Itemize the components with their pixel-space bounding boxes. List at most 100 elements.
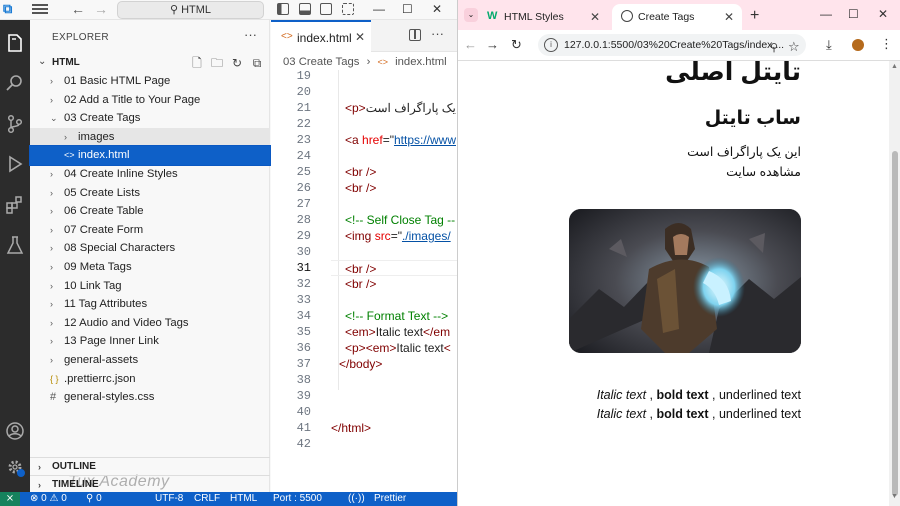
editor-more-icon[interactable]: ··· bbox=[431, 26, 444, 41]
prettier-status[interactable]: Prettier bbox=[374, 492, 406, 506]
chrome-menu-icon[interactable]: ⋮ bbox=[880, 36, 893, 52]
source-control-icon[interactable] bbox=[4, 113, 26, 135]
browser-tab-html-styles[interactable]: W HTML Styles ✕ bbox=[478, 4, 608, 30]
code-token: این یک پاراگراف است bbox=[365, 101, 457, 115]
tree-folder[interactable]: › 02 Add a Title to Your Page bbox=[30, 91, 270, 110]
profile-avatar[interactable] bbox=[852, 39, 864, 51]
close-window-icon[interactable]: ✕ bbox=[432, 1, 442, 17]
language-status[interactable]: HTML bbox=[230, 492, 257, 506]
code-line: <a href="https://www bbox=[331, 132, 457, 148]
code-content[interactable]: <p>این یک پاراگراف است<a href="https://w… bbox=[331, 68, 457, 452]
refresh-icon[interactable]: ↻ bbox=[230, 56, 244, 70]
separator: , bbox=[708, 388, 719, 402]
zoom-icon[interactable]: ⚲ bbox=[770, 37, 778, 56]
close-window-icon[interactable]: ✕ bbox=[878, 7, 888, 21]
minimize-icon[interactable]: — bbox=[373, 1, 385, 17]
encoding-status[interactable]: UTF-8 bbox=[155, 492, 183, 506]
tree-folder[interactable]: › 07 Create Form bbox=[30, 221, 270, 240]
toggle-secondary-sidebar-icon[interactable] bbox=[320, 3, 332, 15]
reload-icon[interactable]: ↻ bbox=[511, 37, 522, 53]
extensions-icon[interactable] bbox=[4, 194, 26, 216]
html-file-icon: <> bbox=[64, 150, 75, 161]
vscode-window: ⧉ ← → ⚲ HTML — ☐ ✕ EXPLORER ··· ⌄ HTML 🗋… bbox=[0, 0, 457, 506]
tree-folder[interactable]: › 13 Page Inner Link bbox=[30, 332, 270, 351]
address-bar[interactable]: i 127.0.0.1:5500/03%20Create%20Tags/inde… bbox=[538, 34, 806, 56]
command-center-search[interactable]: ⚲ HTML bbox=[117, 1, 264, 19]
manage-gear-icon[interactable] bbox=[4, 456, 26, 478]
back-arrow-icon[interactable]: ← bbox=[71, 0, 85, 18]
forward-icon[interactable]: → bbox=[486, 37, 499, 52]
accounts-icon[interactable] bbox=[4, 420, 26, 442]
editor-tab-index-html[interactable]: <> index.html ✕ bbox=[271, 20, 371, 52]
close-tab-icon[interactable]: ✕ bbox=[590, 6, 600, 28]
problems-status[interactable]: ⊗ 0 ⚠ 0 bbox=[30, 492, 67, 506]
collapse-all-icon[interactable]: ⧉ bbox=[250, 56, 264, 70]
tree-folder[interactable]: › images bbox=[30, 127, 270, 147]
broadcast-icon[interactable]: ((·)) bbox=[348, 492, 365, 506]
tree-file[interactable]: { } .prettierrc.json bbox=[30, 370, 270, 389]
tree-folder[interactable]: › 08 Special Characters bbox=[30, 239, 270, 258]
line-number: 19 bbox=[296, 69, 311, 83]
chrome-toolbar: ← → ↻ i 127.0.0.1:5500/03%20Create%20Tag… bbox=[458, 30, 900, 61]
tree-file[interactable]: # general-styles.css bbox=[30, 388, 270, 407]
chevron-right-icon: › bbox=[50, 168, 53, 179]
page-scrollbar[interactable]: ▲ ▼ bbox=[889, 61, 900, 506]
new-folder-icon[interactable]: 🗀 bbox=[210, 56, 224, 70]
breadcrumb-folder[interactable]: 03 Create Tags bbox=[283, 56, 359, 68]
outline-section[interactable]: › OUTLINE bbox=[30, 457, 270, 475]
maximize-icon[interactable]: ☐ bbox=[402, 1, 413, 17]
download-icon[interactable]: ⤓ bbox=[826, 37, 832, 53]
toggle-panel-icon[interactable] bbox=[299, 3, 311, 15]
scroll-down-icon[interactable]: ▼ bbox=[891, 493, 898, 500]
code-line: </body> bbox=[331, 356, 457, 372]
site-link[interactable]: مشاهده سایت bbox=[726, 164, 801, 179]
tree-item-label: 01 Basic HTML Page bbox=[64, 75, 171, 87]
new-file-icon[interactable]: 🗋 bbox=[190, 56, 204, 70]
live-server-port[interactable]: Port : 5500 bbox=[273, 492, 322, 506]
close-tab-icon[interactable]: ✕ bbox=[724, 6, 734, 28]
explorer-more-icon[interactable]: ··· bbox=[244, 27, 257, 42]
line-number: 34 bbox=[296, 309, 311, 323]
breadcrumb-file[interactable]: index.html bbox=[395, 56, 447, 68]
tree-folder[interactable]: › 05 Create Lists bbox=[30, 184, 270, 203]
tree-folder[interactable]: › 11 Tag Attributes bbox=[30, 295, 270, 314]
workspace-root[interactable]: ⌄ HTML 🗋 🗀 ↻ ⧉ bbox=[30, 54, 270, 72]
tab-search-icon[interactable]: ⌄ bbox=[464, 8, 478, 22]
vscode-titlebar: ⧉ ← → ⚲ HTML — ☐ ✕ bbox=[0, 0, 457, 20]
tree-folder[interactable]: › 10 Link Tag bbox=[30, 277, 270, 296]
underlined-text: underlined text bbox=[718, 407, 801, 421]
browser-tab-create-tags[interactable]: Create Tags ✕ bbox=[612, 4, 742, 30]
customize-layout-icon[interactable] bbox=[342, 3, 354, 15]
search-icon[interactable] bbox=[4, 72, 26, 94]
tree-folder[interactable]: › general-assets bbox=[30, 351, 270, 370]
toggle-sidebar-icon[interactable] bbox=[277, 3, 289, 15]
forward-arrow-icon[interactable]: → bbox=[94, 0, 108, 18]
run-debug-icon[interactable] bbox=[4, 153, 26, 175]
eol-status[interactable]: CRLF bbox=[194, 492, 220, 506]
tree-folder[interactable]: › 04 Create Inline Styles bbox=[30, 165, 270, 184]
testing-flask-icon[interactable] bbox=[4, 234, 26, 256]
scrollbar-thumb[interactable] bbox=[892, 151, 898, 496]
timeline-section[interactable]: › TIMELINE bbox=[30, 475, 270, 493]
explorer-icon[interactable] bbox=[4, 32, 26, 54]
maximize-icon[interactable]: ☐ bbox=[848, 7, 859, 21]
tree-folder[interactable]: › 01 Basic HTML Page bbox=[30, 72, 270, 91]
close-tab-icon[interactable]: ✕ bbox=[355, 30, 365, 44]
menu-icon[interactable] bbox=[32, 2, 48, 16]
minimize-icon[interactable]: — bbox=[820, 7, 832, 21]
tree-file[interactable]: <> index.html bbox=[29, 145, 271, 166]
bookmark-star-icon[interactable]: ☆ bbox=[788, 36, 800, 56]
breadcrumb-separator: › bbox=[366, 56, 371, 68]
back-icon[interactable]: ← bbox=[464, 37, 477, 52]
scroll-up-icon[interactable]: ▲ bbox=[891, 63, 898, 70]
site-info-icon[interactable]: i bbox=[544, 38, 558, 52]
new-tab-icon[interactable]: + bbox=[750, 7, 759, 25]
split-editor-icon[interactable] bbox=[409, 29, 421, 41]
tree-folder[interactable]: ⌄ 03 Create Tags bbox=[30, 109, 270, 128]
ports-status[interactable]: ⚲ 0 bbox=[86, 492, 102, 506]
code-line: <br /> bbox=[331, 260, 457, 276]
tree-folder[interactable]: › 06 Create Table bbox=[30, 202, 270, 221]
tree-folder[interactable]: › 09 Meta Tags bbox=[30, 258, 270, 277]
tree-folder[interactable]: › 12 Audio and Video Tags bbox=[30, 314, 270, 333]
remote-icon[interactable]: ⨯ bbox=[0, 492, 20, 506]
